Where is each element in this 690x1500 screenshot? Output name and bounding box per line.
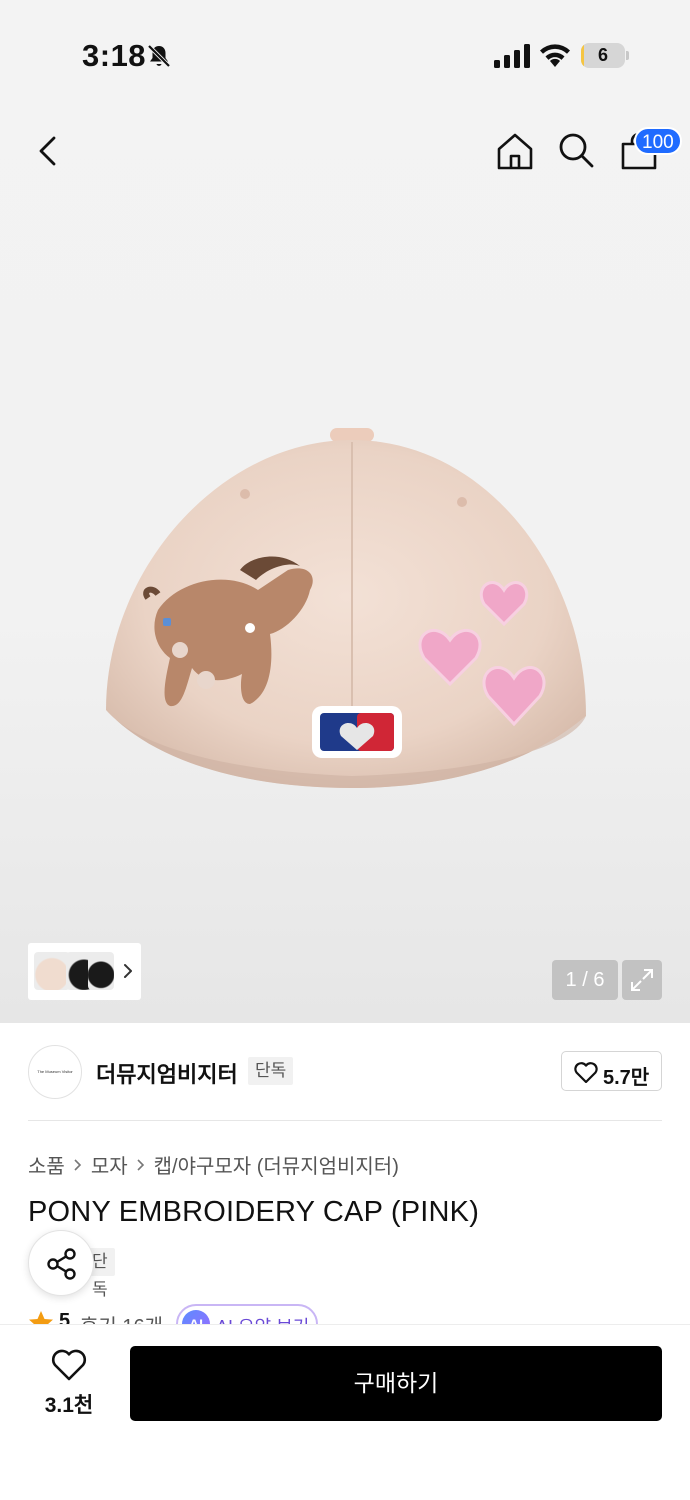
status-bar: 3:18 6 — [0, 0, 690, 110]
rating-value: 5 — [59, 1310, 71, 1324]
ai-summary-button[interactable]: AI AI 요약 보기 — [176, 1304, 318, 1324]
top-nav — [0, 120, 690, 184]
product-gallery[interactable]: 3:18 6 100 1 / 6 — [0, 0, 690, 1023]
chevron-right-icon[interactable] — [122, 962, 134, 980]
rating-row[interactable]: 5 후기 16개 AI AI 요약 보기 — [28, 1302, 668, 1324]
thumbnail-1[interactable] — [34, 952, 70, 990]
buy-button[interactable]: 구매하기 — [130, 1346, 662, 1421]
exclusive-tag: 단독 — [248, 1057, 294, 1085]
battery-icon: 6 — [581, 43, 629, 68]
brand-logo[interactable]: The Museum Visitor — [28, 1045, 82, 1099]
breadcrumb-item-2[interactable]: 모자 — [91, 1150, 128, 1179]
review-count[interactable]: 후기 16개 — [80, 1310, 163, 1324]
brand-like-button[interactable]: 5.7만 — [561, 1051, 662, 1091]
product-image[interactable] — [100, 420, 590, 800]
wifi-icon — [540, 44, 570, 67]
brand-row[interactable]: The Museum Visitor 더뮤지엄비지터 단독 5.7만 — [0, 1023, 690, 1121]
breadcrumb-item-1[interactable]: 소품 — [28, 1150, 65, 1179]
share-icon — [47, 1248, 76, 1280]
wishlist-count: 3.1천 — [44, 1394, 94, 1417]
heart-icon — [574, 1062, 598, 1083]
heart-icon — [51, 1349, 87, 1381]
battery-level: 6 — [597, 45, 608, 65]
bottom-action-bar: 3.1천 구매하기 — [0, 1324, 690, 1500]
signal-icon — [494, 44, 530, 68]
home-icon[interactable] — [494, 130, 536, 172]
wishlist-button[interactable]: 3.1천 — [28, 1345, 110, 1425]
cart-count-badge: 100 — [634, 127, 682, 155]
ai-summary-label: AI 요약 보기 — [216, 1313, 309, 1324]
back-arrow-icon[interactable] — [30, 132, 68, 170]
status-time: 3:18 — [82, 38, 147, 73]
divider — [28, 1120, 662, 1121]
brand-name[interactable]: 더뮤지엄비지터 — [96, 1057, 238, 1089]
breadcrumb: 소품 모자 캡/야구모자 (더뮤지엄비지터) — [28, 1150, 399, 1178]
product-title: PONY EMBROIDERY CAP (PINK) — [28, 1196, 480, 1228]
breadcrumb-item-3[interactable]: 캡/야구모자 (더뮤지엄비지터) — [154, 1150, 399, 1179]
star-icon — [29, 1311, 53, 1324]
bell-slash-icon — [147, 44, 171, 68]
ai-badge: AI — [182, 1310, 210, 1324]
brand-like-count: 5.7만 — [603, 1067, 650, 1089]
chevron-right-icon — [74, 1158, 81, 1171]
thumbnail-strip[interactable] — [28, 943, 141, 1000]
thumbnail-3[interactable] — [88, 952, 114, 990]
chevron-right-icon — [137, 1158, 144, 1171]
share-button[interactable] — [28, 1230, 94, 1296]
search-icon[interactable] — [556, 130, 596, 170]
fullscreen-icon[interactable] — [622, 960, 662, 1000]
image-page-counter: 1 / 6 — [552, 960, 618, 1000]
